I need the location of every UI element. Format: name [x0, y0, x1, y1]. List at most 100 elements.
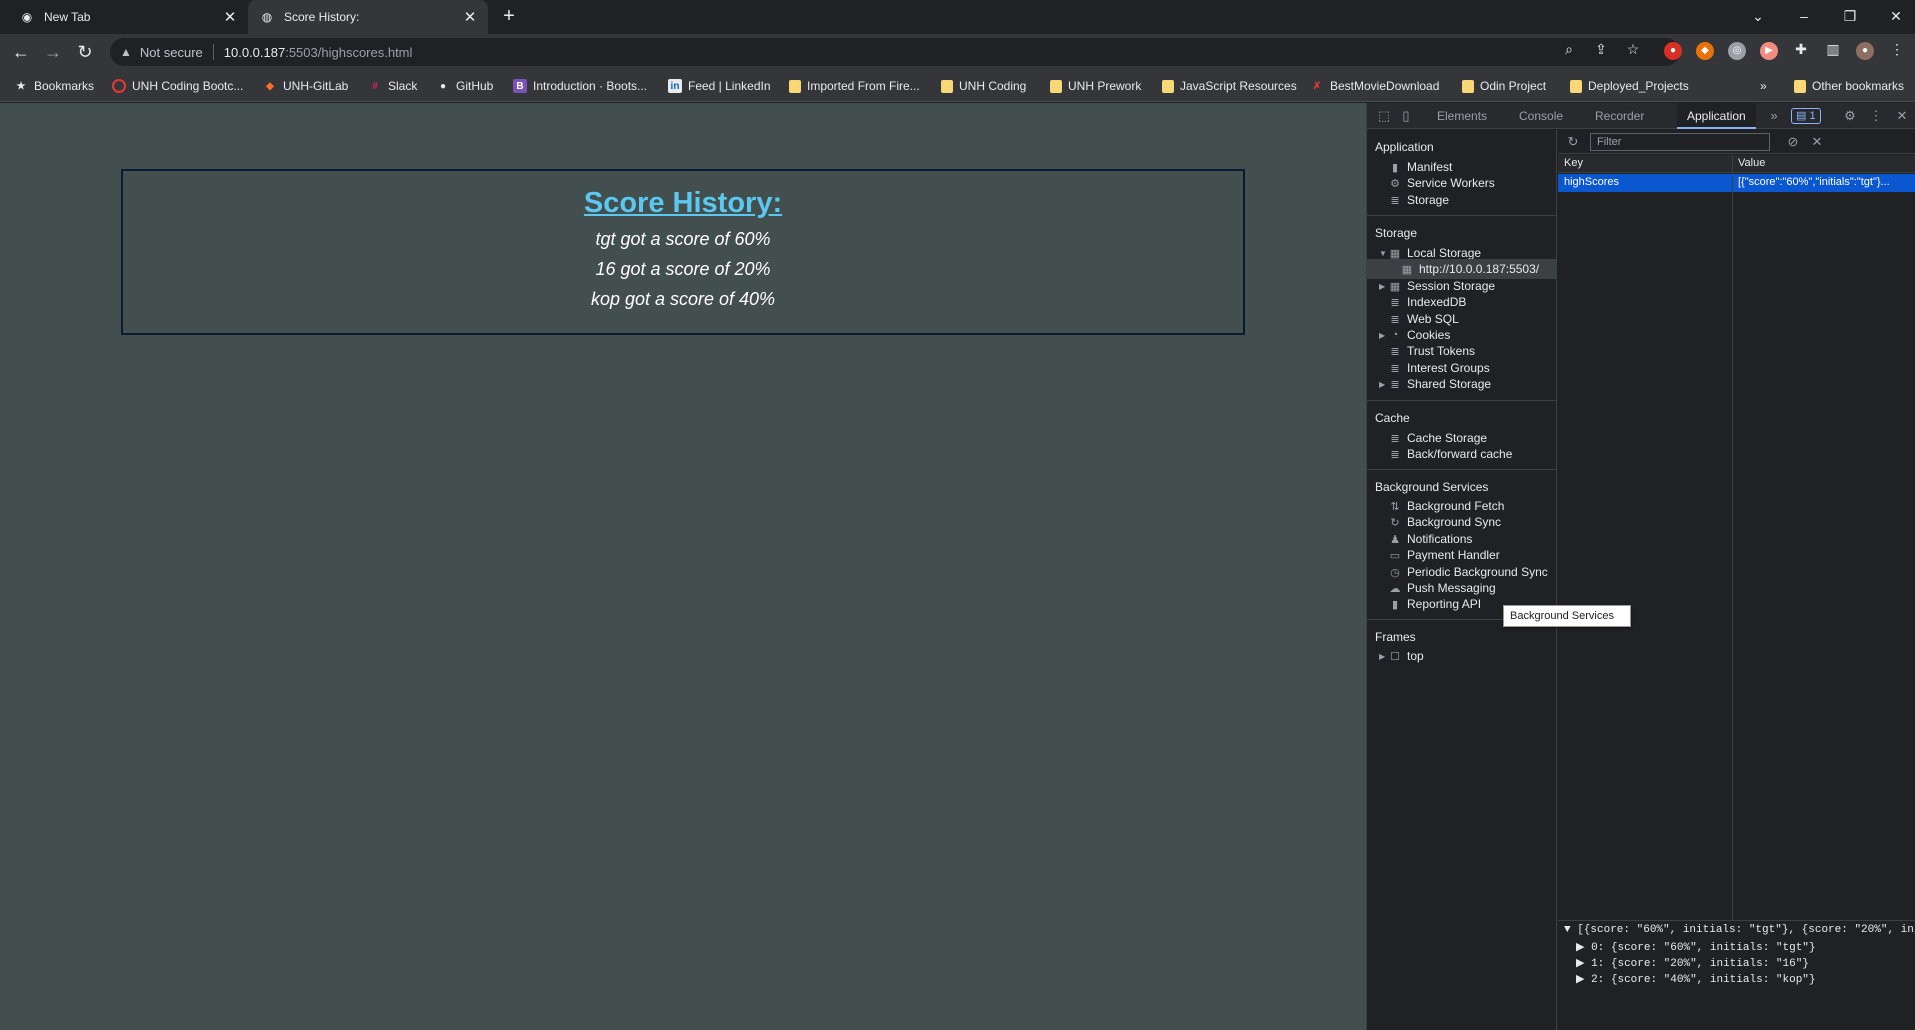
- url-host: 10.0.0.187: [223, 44, 286, 60]
- column-value[interactable]: Value: [1738, 157, 1765, 169]
- tab-recorder[interactable]: Recorder: [1585, 103, 1654, 129]
- bell-icon: ♟: [1390, 533, 1400, 546]
- devtools-panel: ⬚ ▯ Elements Console Recorder Applicatio…: [1366, 103, 1915, 1030]
- tab-score-history[interactable]: ◍ Score History: ✕: [248, 0, 488, 34]
- restore-button[interactable]: ❐: [1836, 6, 1864, 26]
- expanded-arrow-icon[interactable]: ▼: [1379, 249, 1387, 258]
- bookmark-item[interactable]: # Slack: [368, 76, 417, 96]
- clear-all-icon[interactable]: ⊘: [1784, 133, 1802, 151]
- bookmarks-overflow-button[interactable]: »: [1760, 76, 1767, 96]
- sidebar-item-back-forward-cache[interactable]: ≣ Back/forward cache: [1389, 444, 1512, 464]
- folder-icon: [1794, 79, 1806, 93]
- chrome-icon: ◉: [21, 10, 33, 24]
- x-icon: ✗: [1312, 80, 1322, 92]
- preview-entry[interactable]: ▶ 2: {score: "40%", initials: "kop"}: [1576, 972, 1816, 986]
- close-window-button[interactable]: ✕: [1882, 6, 1910, 26]
- collapsed-arrow-icon[interactable]: ▶: [1379, 380, 1385, 389]
- close-icon[interactable]: ✕: [1893, 107, 1911, 125]
- slack-icon: #: [372, 80, 378, 92]
- storage-toolbar: ↻ ⊘ ✕: [1558, 130, 1915, 154]
- extension-icon[interactable]: ◎: [1728, 42, 1746, 60]
- zoom-icon[interactable]: ⌕: [1560, 40, 1578, 58]
- database-icon: ≣: [1390, 345, 1400, 358]
- avatar[interactable]: ●: [1856, 42, 1874, 60]
- bookmark-item[interactable]: UNH Prework: [1050, 76, 1141, 96]
- bookmark-item[interactable]: in Feed | LinkedIn: [668, 76, 771, 96]
- preview-summary[interactable]: ▼ [{score: "60%", initials: "tgt"}, {sco…: [1564, 924, 1915, 936]
- bookmark-item[interactable]: ✗ BestMovieDownload: [1310, 76, 1440, 96]
- preview-entry[interactable]: ▶ 0: {score: "60%", initials: "tgt"}: [1576, 940, 1816, 954]
- extension-icon[interactable]: ●: [1664, 42, 1682, 60]
- bookmark-item[interactable]: ◆ UNH-GitLab: [263, 76, 348, 96]
- bookmark-item[interactable]: B Introduction · Boots...: [513, 76, 647, 96]
- menu-kebab-icon[interactable]: ⋮: [1867, 107, 1885, 125]
- filter-input[interactable]: [1590, 133, 1770, 151]
- extension-icon[interactable]: ◆: [1696, 42, 1714, 60]
- section-background-services: Background Services: [1375, 480, 1489, 494]
- divider: [1367, 469, 1557, 470]
- inspect-element-icon[interactable]: ⬚: [1375, 107, 1393, 125]
- score-entry: 16 got a score of 20%: [595, 259, 771, 279]
- bookmark-item[interactable]: ● GitHub: [436, 76, 493, 96]
- device-toolbar-icon[interactable]: ▯: [1397, 107, 1415, 125]
- database-icon: ≣: [1390, 362, 1400, 375]
- sidebar-item-reporting-api[interactable]: ▮ Reporting API: [1389, 594, 1481, 614]
- refresh-icon[interactable]: ↻: [1564, 133, 1582, 151]
- browser-toolbar: ← → ↻ ▲ Not secure 10.0.0.187:5503/highs…: [0, 34, 1915, 70]
- tab-elements[interactable]: Elements: [1427, 103, 1497, 129]
- bookmark-item[interactable]: Deployed_Projects: [1570, 76, 1689, 96]
- menu-kebab-icon[interactable]: ⋮: [1888, 40, 1906, 58]
- back-button[interactable]: ←: [9, 40, 33, 64]
- section-cache: Cache: [1375, 411, 1410, 425]
- delete-selected-icon[interactable]: ✕: [1808, 133, 1826, 151]
- warning-icon: ▲: [120, 45, 132, 59]
- bookmark-star-icon[interactable]: ☆: [1624, 40, 1642, 58]
- sidebar-item-shared-storage[interactable]: ▶ ≣ Shared Storage: [1379, 374, 1491, 394]
- collapsed-arrow-icon[interactable]: ▶: [1379, 652, 1385, 661]
- reload-button[interactable]: ↻: [73, 40, 97, 64]
- section-application: Application: [1375, 140, 1434, 154]
- file-icon: ▮: [1391, 161, 1399, 174]
- bookmark-item[interactable]: JavaScript Resources: [1162, 76, 1297, 96]
- issues-badge[interactable]: ▤ 1: [1791, 108, 1821, 124]
- star-icon: ★: [16, 80, 26, 92]
- collapsed-arrow-icon[interactable]: ▶: [1379, 282, 1385, 291]
- forward-button[interactable]: →: [41, 40, 65, 64]
- side-panel-icon[interactable]: ▥: [1824, 40, 1842, 58]
- sidebar-item-storage[interactable]: ≣ Storage: [1389, 190, 1449, 210]
- table-row[interactable]: highScores [{"score":"60%","initials":"t…: [1558, 174, 1915, 192]
- extensions-puzzle-icon[interactable]: ✚: [1792, 40, 1810, 58]
- new-tab-button[interactable]: +: [498, 6, 520, 28]
- row-value: [{"score":"60%","initials":"tgt"}...: [1738, 176, 1890, 188]
- extension-icon[interactable]: ▶: [1760, 42, 1778, 60]
- column-divider[interactable]: [1732, 155, 1733, 921]
- score-history-panel: Score History: tgt got a score of 60% 16…: [121, 169, 1245, 335]
- collapsed-arrow-icon[interactable]: ▶: [1379, 331, 1385, 340]
- divider: [212, 44, 214, 60]
- bookmark-item[interactable]: Odin Project: [1462, 76, 1546, 96]
- address-bar[interactable]: ▲ Not secure 10.0.0.187:5503/highscores.…: [110, 38, 1680, 66]
- tab-search-icon[interactable]: ⌄: [1744, 6, 1772, 26]
- gear-icon[interactable]: ⚙: [1841, 107, 1859, 125]
- security-label[interactable]: Not secure: [140, 45, 203, 60]
- more-tabs-icon[interactable]: »: [1765, 107, 1783, 125]
- bookmark-item[interactable]: Imported From Fire...: [789, 76, 920, 96]
- column-key[interactable]: Key: [1564, 157, 1583, 169]
- minimize-button[interactable]: –: [1790, 6, 1818, 26]
- share-icon[interactable]: ⇪: [1592, 40, 1610, 58]
- bookmark-item[interactable]: UNH Coding Bootc...: [112, 76, 243, 96]
- bookmark-item[interactable]: UNH Coding: [941, 76, 1026, 96]
- folder-icon: [1162, 79, 1174, 93]
- gitlab-icon: ◆: [266, 80, 274, 92]
- other-bookmarks[interactable]: Other bookmarks: [1794, 76, 1904, 96]
- score-entry: tgt got a score of 60%: [595, 229, 771, 249]
- tab-console[interactable]: Console: [1509, 103, 1573, 129]
- sidebar-item-frame-top[interactable]: ▶ ☐ top: [1379, 646, 1424, 666]
- preview-entry[interactable]: ▶ 1: {score: "20%", initials: "16"}: [1576, 956, 1809, 970]
- close-tab-icon[interactable]: ✕: [222, 9, 238, 26]
- card-icon: ▭: [1389, 549, 1401, 562]
- bookmark-item[interactable]: ★ Bookmarks: [14, 76, 95, 96]
- close-tab-icon[interactable]: ✕: [462, 9, 478, 26]
- tab-application[interactable]: Application: [1677, 103, 1756, 129]
- tab-new-tab[interactable]: ◉ New Tab ✕: [8, 0, 248, 34]
